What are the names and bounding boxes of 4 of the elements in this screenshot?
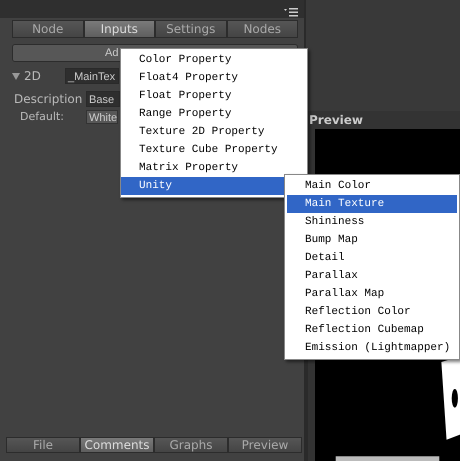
property-type: 2D	[24, 69, 42, 83]
default-label: Default:	[19, 110, 65, 123]
preview-title: Preview	[308, 112, 364, 129]
description-label: Description	[14, 92, 82, 106]
